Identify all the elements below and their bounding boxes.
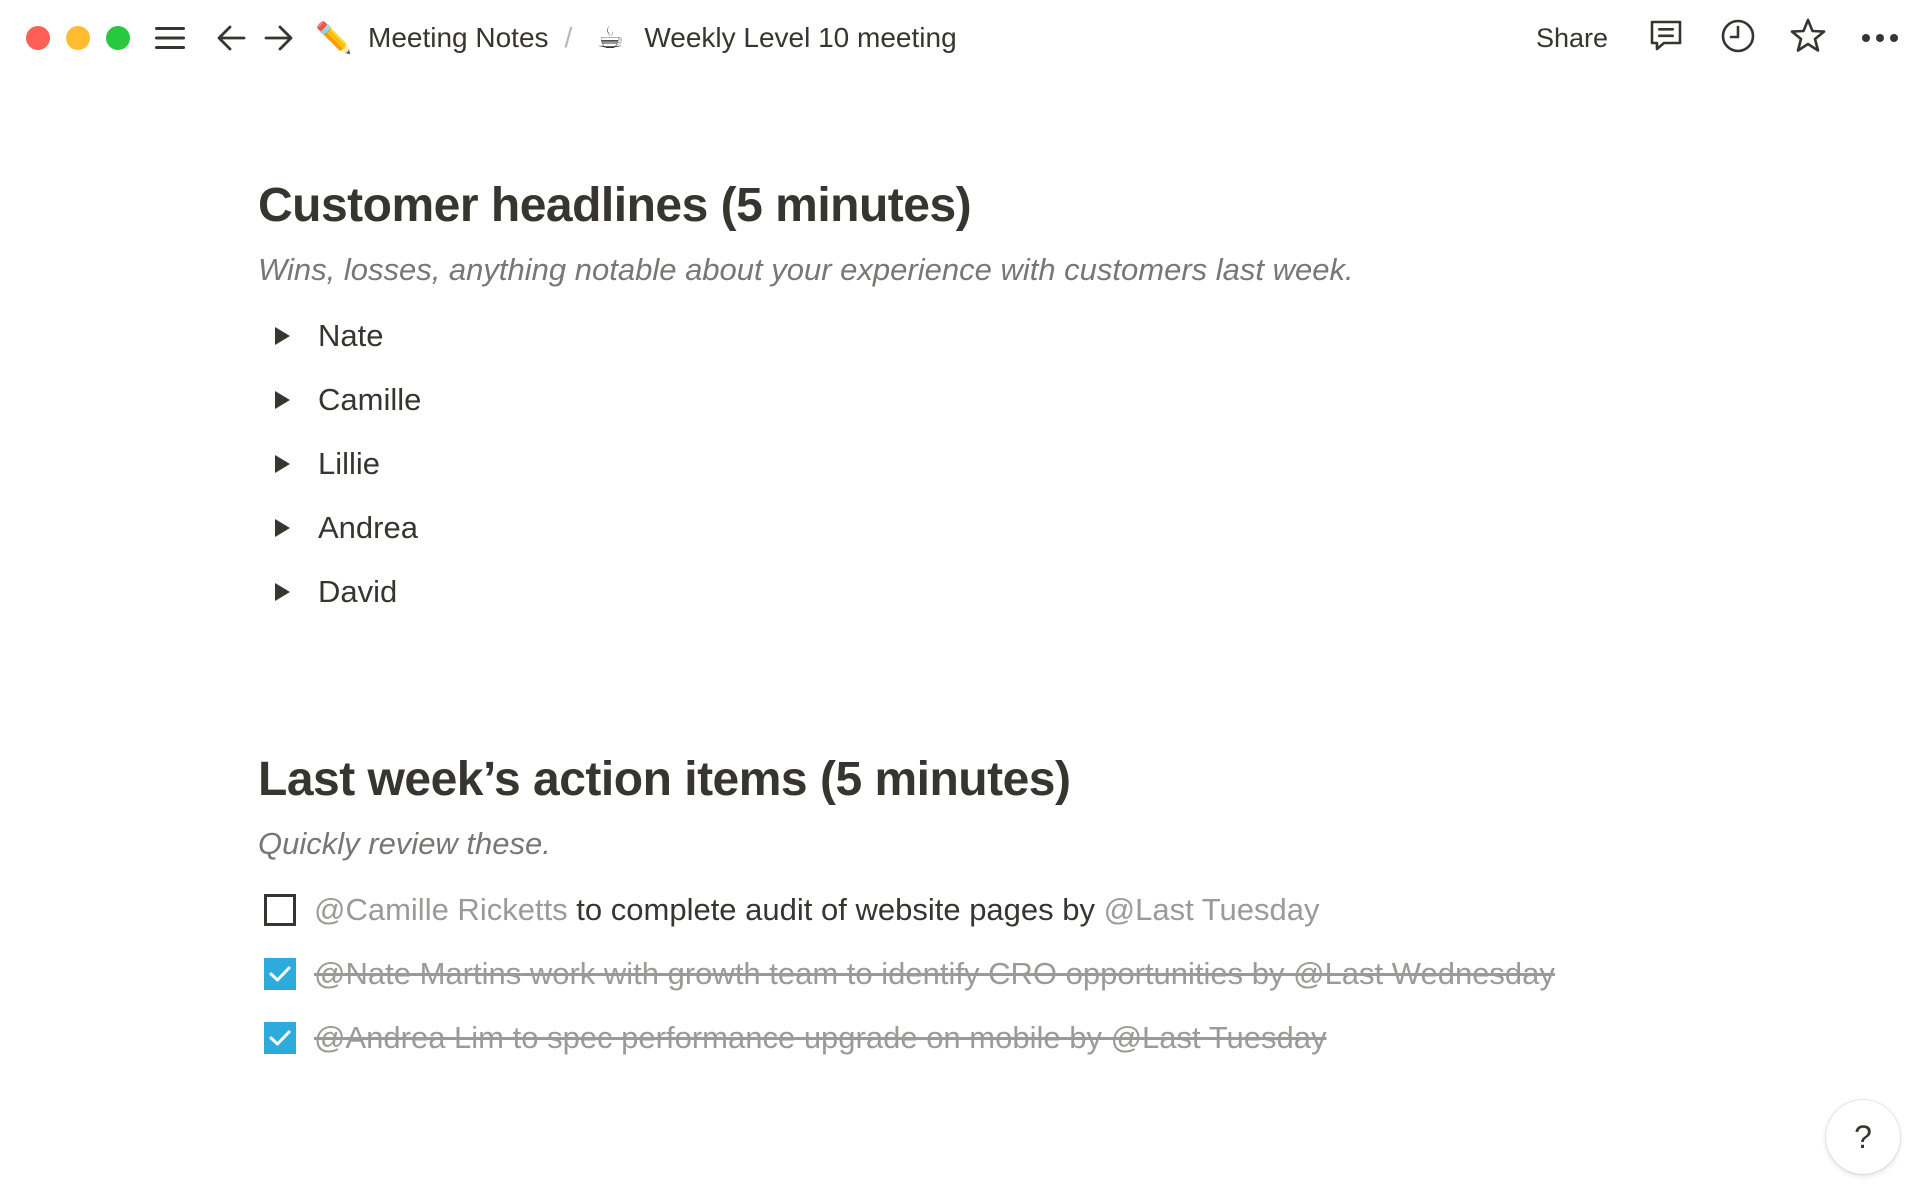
todo-list: @Camille Ricketts to complete audit of w… [258,878,1658,1070]
toggle-item-david[interactable]: David [258,560,1658,624]
clock-icon[interactable] [1718,16,1758,56]
toggle-label[interactable]: Camille [318,382,421,418]
breadcrumb-label: Meeting Notes [368,22,549,53]
date-mention[interactable]: @Last Tuesday [1111,1020,1327,1055]
window-close-button[interactable] [26,26,50,50]
help-button[interactable]: ? [1826,1100,1900,1174]
toggle-item-lillie[interactable]: Lillie [258,432,1658,496]
todo-body[interactable]: @Nate Martins work with growth team to i… [314,956,1555,992]
date-mention[interactable]: @Last Wednesday [1293,956,1555,991]
section-heading[interactable]: Last week’s action items (5 minutes) [258,744,1658,816]
toggle-item-andrea[interactable]: Andrea [258,496,1658,560]
hamburger-menu-icon[interactable] [152,20,188,56]
todo-text: to spec performance upgrade on mobile by [504,1020,1111,1055]
toggle-label[interactable]: Nate [318,318,383,354]
todo-checkbox[interactable] [264,1022,296,1054]
todo-item: @Nate Martins work with growth team to i… [258,942,1658,1006]
user-mention[interactable]: @Camille Ricketts [314,892,568,927]
toggle-triangle-icon[interactable] [270,388,294,412]
todo-checkbox[interactable] [264,894,296,926]
todo-item: @Andrea Lim to spec performance upgrade … [258,1006,1658,1070]
pencil-icon: ✏️ [315,21,353,55]
toggle-label[interactable]: Lillie [318,446,380,482]
comment-icon[interactable] [1646,16,1686,56]
todo-text: to complete audit of website pages by [567,892,1104,927]
breadcrumb-label: Weekly Level 10 meeting [644,22,957,53]
user-mention[interactable]: @Nate Martins [314,956,521,991]
arrow-left-icon[interactable] [214,20,248,56]
share-button[interactable]: Share [1536,18,1608,58]
toggle-triangle-icon[interactable] [270,324,294,348]
toggle-label[interactable]: David [318,574,397,610]
date-mention[interactable]: @Last Tuesday [1104,892,1320,927]
more-horizontal-icon[interactable] [1858,20,1902,56]
action-items-section: Last week’s action items (5 minutes) Qui… [258,744,1658,1070]
todo-body[interactable]: @Camille Ricketts to complete audit of w… [314,892,1320,928]
coffee-icon: ☕ [596,21,624,55]
arrow-right-icon[interactable] [262,20,296,56]
customer-headlines-section: Customer headlines (5 minutes) Wins, los… [258,170,1658,624]
toggle-item-camille[interactable]: Camille [258,368,1658,432]
top-bar: ✏️ Meeting Notes / ☕ Weekly Level 10 mee… [0,0,1920,76]
breadcrumb: ✏️ Meeting Notes / ☕ Weekly Level 10 mee… [314,18,957,58]
todo-item: @Camille Ricketts to complete audit of w… [258,878,1658,942]
checkmark-icon [269,966,291,982]
section-heading[interactable]: Customer headlines (5 minutes) [258,170,1658,242]
toggle-list: Nate Camille Lillie Andrea David [258,304,1658,624]
toggle-item-nate[interactable]: Nate [258,304,1658,368]
checkmark-icon [269,1030,291,1046]
toggle-triangle-icon[interactable] [270,580,294,604]
star-icon[interactable] [1788,16,1828,56]
toggle-triangle-icon[interactable] [270,452,294,476]
todo-text: work with growth team to identify CRO op… [521,956,1294,991]
breadcrumb-item-weekly-meeting[interactable]: ☕ Weekly Level 10 meeting [590,21,957,56]
todo-checkbox[interactable] [264,958,296,990]
toggle-label[interactable]: Andrea [318,510,418,546]
user-mention[interactable]: @Andrea Lim [314,1020,504,1055]
section-description[interactable]: Wins, losses, anything notable about you… [258,248,1658,298]
section-description[interactable]: Quickly review these. [258,822,1658,872]
breadcrumb-item-meeting-notes[interactable]: ✏️ Meeting Notes [314,21,549,56]
toggle-triangle-icon[interactable] [270,516,294,540]
window-minimize-button[interactable] [66,26,90,50]
page-content: Customer headlines (5 minutes) Wins, los… [258,170,1658,1070]
todo-body[interactable]: @Andrea Lim to spec performance upgrade … [314,1020,1326,1056]
window-zoom-button[interactable] [106,26,130,50]
breadcrumb-separator: / [564,22,573,53]
